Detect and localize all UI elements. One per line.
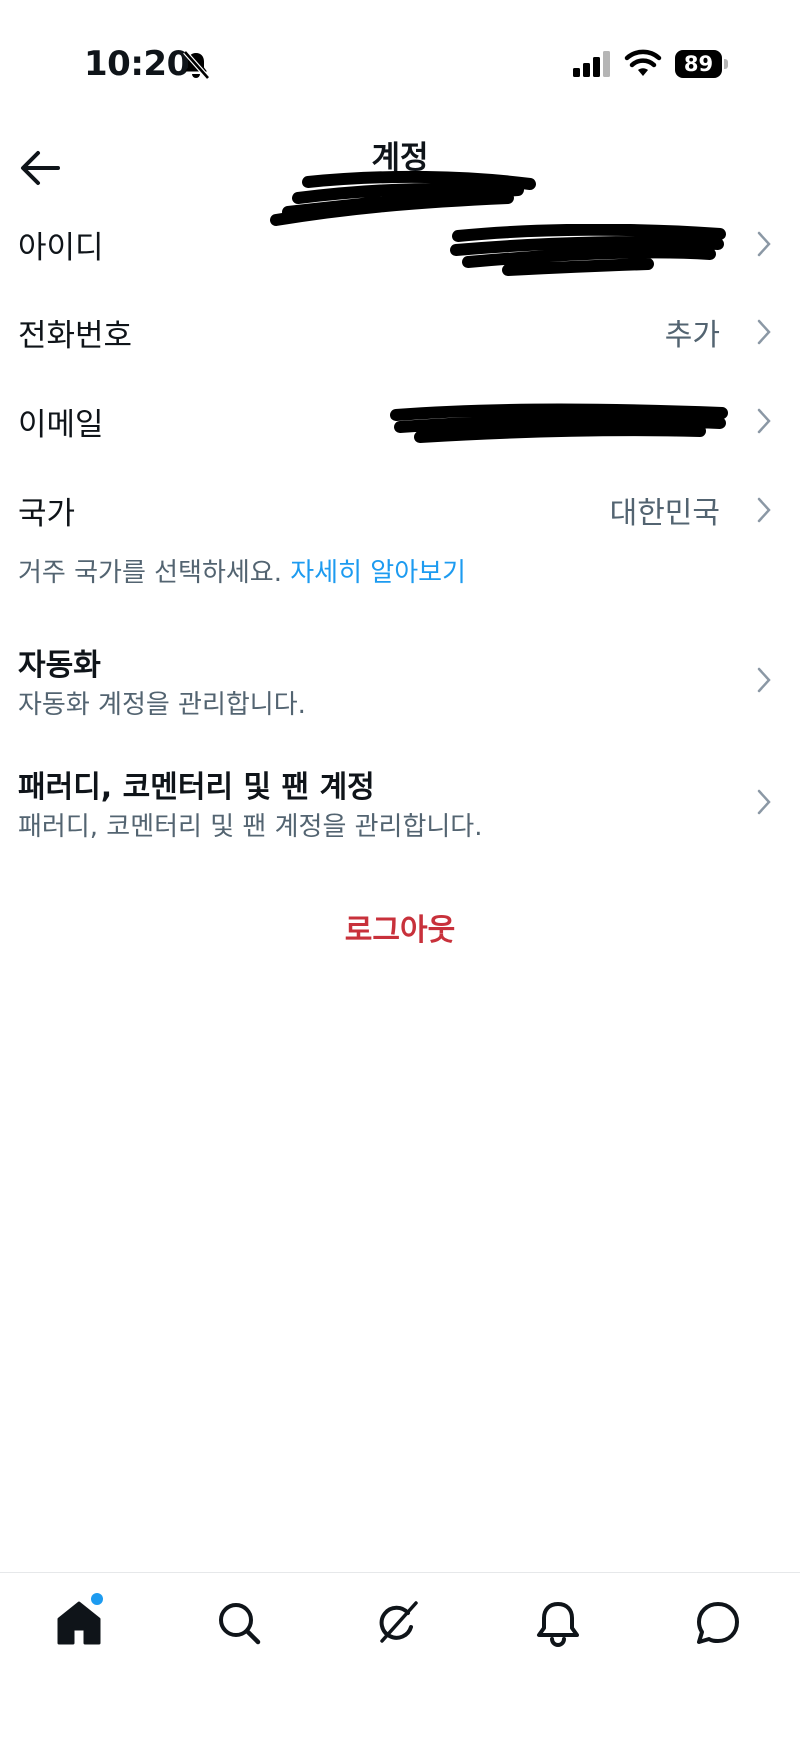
automation-title: 자동화 — [18, 648, 101, 683]
redaction-scribble — [390, 403, 728, 443]
row-country-value: 대한민국 — [609, 496, 720, 531]
search-icon[interactable] — [211, 1595, 267, 1651]
chevron-right-icon — [757, 231, 771, 257]
row-country-label: 국가 — [18, 496, 76, 532]
battery-indicator: 89 — [675, 50, 729, 78]
battery-level: 89 — [675, 50, 722, 78]
country-hint-text: 거주 국가를 선택하세요. — [18, 558, 291, 588]
row-username-label: 아이디 — [18, 230, 104, 266]
battery-tip — [724, 59, 728, 69]
page-title: 계정 — [371, 140, 429, 176]
grok-icon[interactable] — [370, 1595, 426, 1651]
row-username[interactable]: 아이디 — [0, 214, 800, 276]
learn-more-link[interactable]: 자세히 알아보기 — [290, 558, 466, 588]
cellular-signal-icon — [573, 51, 610, 77]
bottom-nav — [0, 1572, 800, 1741]
country-hint: 거주 국가를 선택하세요. 자세히 알아보기 — [18, 552, 466, 589]
row-email-label: 이메일 — [18, 407, 104, 443]
row-parody-accounts[interactable]: 패러디, 코멘터리 및 팬 계정 패러디, 코멘터리 및 팬 계정을 관리합니다… — [0, 758, 800, 848]
logout-button[interactable]: 로그아웃 — [0, 905, 800, 949]
chevron-right-icon — [757, 497, 771, 523]
redaction-scribble — [450, 224, 726, 276]
row-automation[interactable]: 자동화 자동화 계정을 관리합니다. — [0, 636, 800, 726]
row-phone-label: 전화번호 — [18, 318, 133, 354]
chevron-right-icon — [757, 667, 771, 693]
parody-title: 패러디, 코멘터리 및 팬 계정 — [18, 770, 375, 805]
silent-bell-icon — [183, 50, 210, 80]
chevron-right-icon — [757, 319, 771, 345]
chevron-right-icon — [757, 789, 771, 815]
row-country[interactable]: 국가 대한민국 — [0, 480, 800, 540]
row-email[interactable]: 이메일 — [0, 391, 800, 451]
chevron-right-icon — [757, 408, 771, 434]
status-time: 10:20 — [84, 44, 190, 84]
messages-icon[interactable] — [690, 1595, 746, 1651]
row-phone[interactable]: 전화번호 추가 — [0, 302, 800, 362]
bell-icon[interactable] — [530, 1595, 586, 1651]
notification-dot — [91, 1593, 103, 1605]
wifi-icon — [624, 49, 662, 76]
row-phone-value: 추가 — [664, 318, 720, 353]
parody-subtitle: 패러디, 코멘터리 및 팬 계정을 관리합니다. — [18, 812, 483, 842]
automation-subtitle: 자동화 계정을 관리합니다. — [18, 690, 306, 720]
